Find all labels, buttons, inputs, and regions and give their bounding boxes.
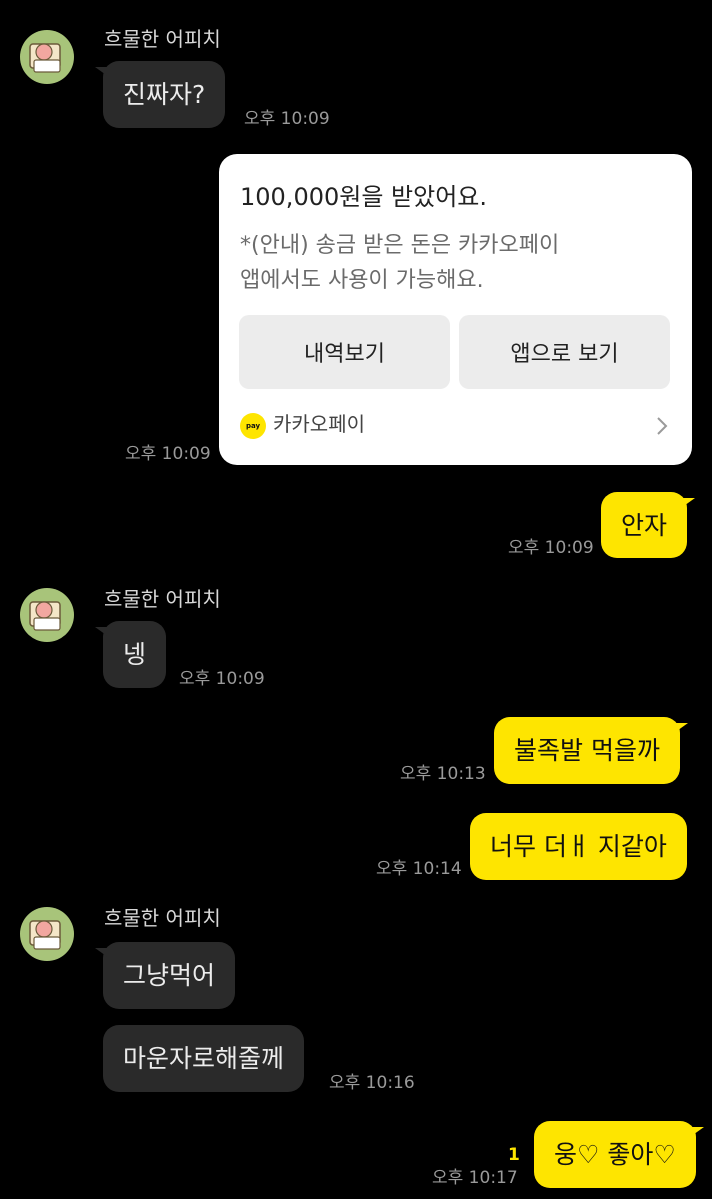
kakaopay-transfer-card[interactable]: 100,000원을 받았어요. *(안내) 송금 받은 돈은 카카오페이 앱에서…	[219, 154, 692, 465]
message-text: 넹	[123, 640, 147, 669]
message-bubble-incoming[interactable]: 마운자로해줄께	[103, 1025, 305, 1092]
message-time: 오후 10:17	[432, 1168, 518, 1188]
message-bubble-incoming[interactable]: 넹	[94, 621, 167, 688]
kakaopay-logo-icon: pay	[240, 413, 266, 439]
message-text: 불족발 먹을까	[514, 736, 660, 765]
message-text: 그냥먹어	[123, 961, 216, 990]
sender-name: 흐물한 어피치	[104, 27, 221, 51]
pay-note-line1: *(안내) 송금 받은 돈은 카카오페이	[240, 233, 560, 258]
chevron-right-icon[interactable]	[655, 415, 669, 441]
sender-avatar-icon[interactable]	[20, 907, 74, 961]
sender-name: 흐물한 어피치	[104, 587, 221, 611]
message-time: 오후 10:14	[376, 859, 462, 879]
message-bubble-incoming[interactable]: 진짜자?	[94, 61, 226, 128]
message-text: 안자	[621, 511, 668, 540]
message-bubble-outgoing[interactable]: 안자	[601, 492, 696, 558]
message-time: 오후 10:09	[244, 109, 330, 129]
message-bubble-outgoing[interactable]: 너무 더ㅐ 지같아	[470, 813, 687, 880]
pay-title: 100,000원을 받았어요.	[240, 183, 487, 211]
message-time: 오후 10:09	[508, 538, 594, 558]
view-history-button[interactable]: 내역보기	[239, 315, 450, 389]
message-time: 오후 10:16	[329, 1073, 415, 1093]
open-app-label: 앱으로 보기	[510, 342, 619, 367]
view-history-label: 내역보기	[304, 342, 385, 367]
message-text: 웅♡ 좋아♡	[554, 1140, 676, 1169]
message-time: 오후 10:13	[400, 764, 486, 784]
message-time: 오후 10:09	[179, 669, 265, 689]
message-bubble-outgoing[interactable]: 웅♡ 좋아♡	[534, 1121, 704, 1188]
message-time: 오후 10:09	[125, 444, 211, 464]
message-text: 마운자로해줄께	[123, 1044, 285, 1073]
sender-avatar-icon[interactable]	[20, 30, 74, 84]
message-bubble-outgoing[interactable]: 불족발 먹을까	[494, 717, 688, 784]
message-text: 너무 더ㅐ 지같아	[490, 832, 667, 861]
pay-brand-label: 카카오페이	[273, 412, 365, 436]
message-text: 진짜자?	[123, 80, 206, 109]
sender-avatar-icon[interactable]	[20, 588, 74, 642]
message-bubble-incoming[interactable]: 그냥먹어	[94, 942, 236, 1009]
pay-note-line2: 앱에서도 사용이 가능해요.	[240, 268, 484, 293]
sender-name: 흐물한 어피치	[104, 906, 221, 930]
open-app-button[interactable]: 앱으로 보기	[459, 315, 670, 389]
unread-count-badge: 1	[508, 1145, 520, 1165]
